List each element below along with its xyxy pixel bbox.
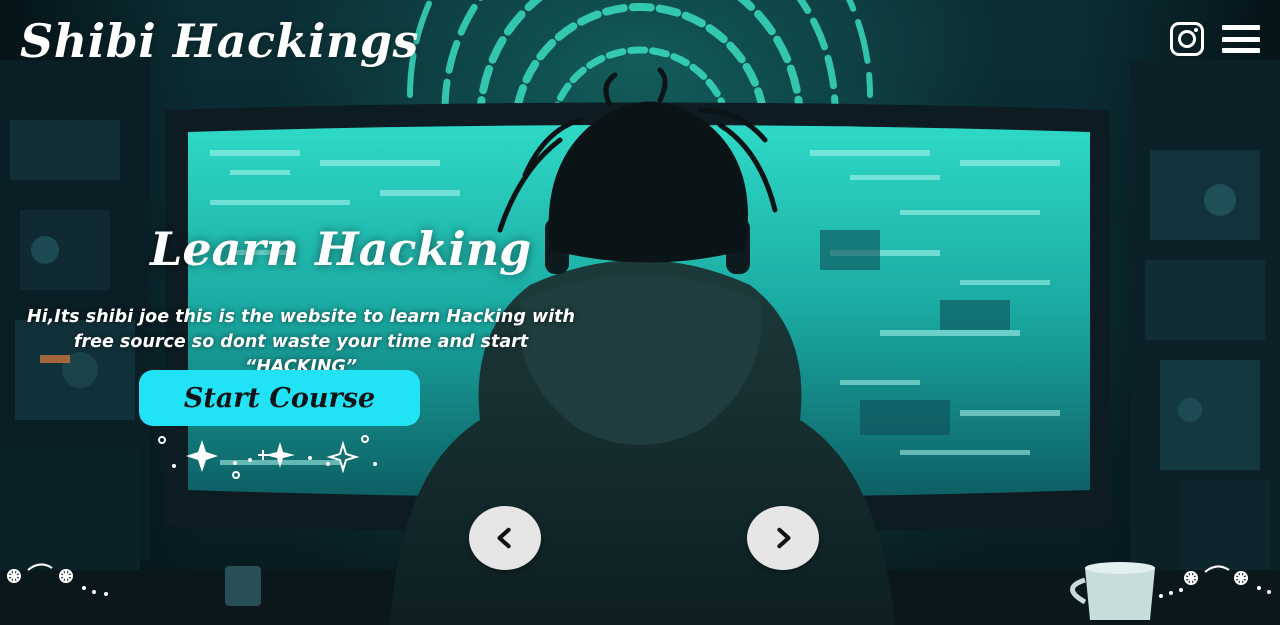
sparkle-decoration-icon xyxy=(158,435,377,479)
chevron-left-icon xyxy=(497,527,511,549)
hero-headline: Learn Hacking xyxy=(150,222,532,276)
carousel-prev-button[interactable] xyxy=(469,506,541,570)
menu-bar xyxy=(1222,25,1260,30)
hero-subtext: Hi,Its shibi joe this is the website to … xyxy=(27,307,575,377)
instagram-icon[interactable] xyxy=(1170,22,1204,56)
menu-bar xyxy=(1222,48,1260,53)
flourish-left-icon xyxy=(7,563,108,596)
chevron-right-icon xyxy=(777,527,791,549)
header-actions xyxy=(1170,22,1260,56)
hero-section: Shibi Hackings Learn Hacking Hi,Its shib… xyxy=(0,0,1280,625)
menu-bar xyxy=(1222,36,1260,42)
hamburger-menu-icon[interactable] xyxy=(1222,25,1260,53)
flourish-right-icon xyxy=(1159,565,1271,598)
site-logo[interactable]: Shibi Hackings xyxy=(20,14,419,68)
start-course-button[interactable]: Start Course xyxy=(139,370,420,426)
carousel-next-button[interactable] xyxy=(747,506,819,570)
